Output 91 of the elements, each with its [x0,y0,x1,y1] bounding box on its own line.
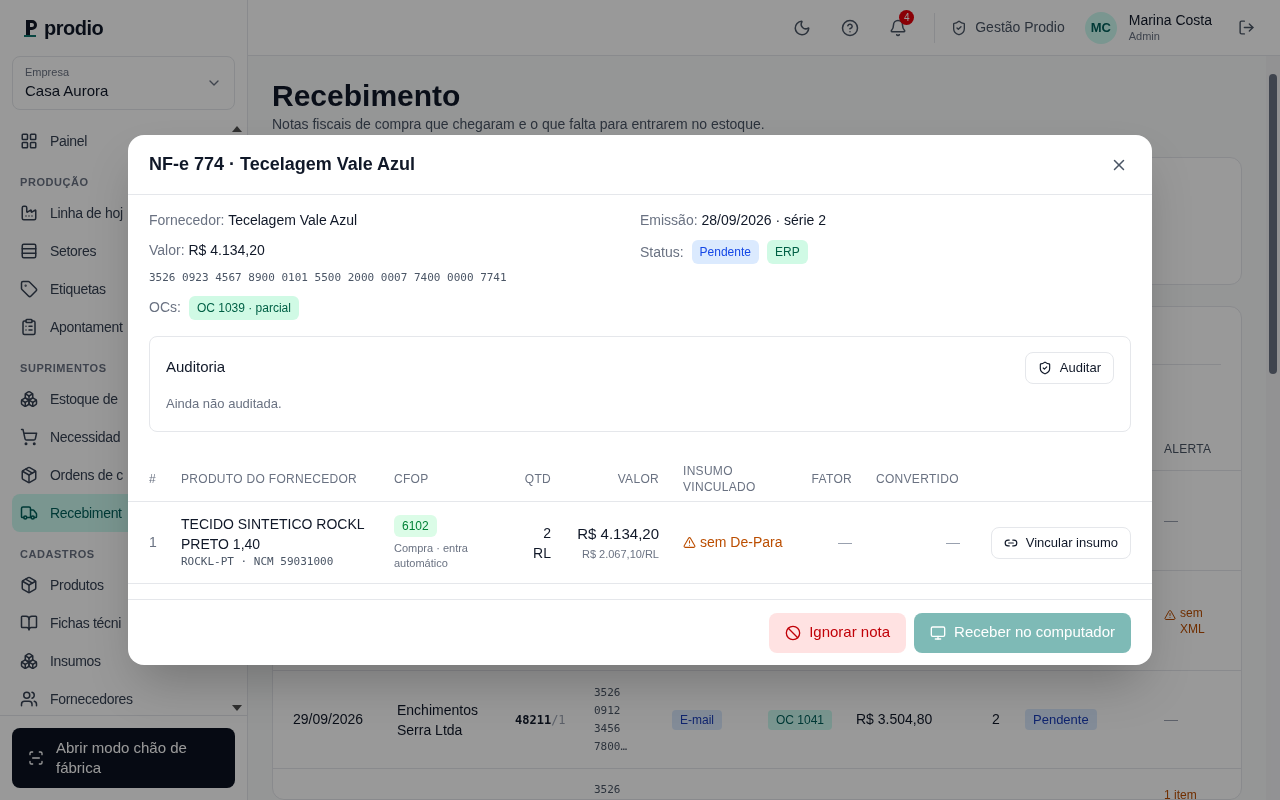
access-key: 3526 0923 4567 8900 0101 5500 2000 0007 7400 0000 7741 [149,270,640,287]
access-key: 3526 0912 3456 7800… [594,683,634,756]
column-header: CFOP [394,470,430,488]
status-badge: ERP [767,240,808,264]
link-status: sem De-Para [700,533,783,552]
help-icon [841,18,860,37]
floor-mode-button[interactable]: Abrir modo chão de fábrica [12,728,235,788]
package-icon [20,576,38,594]
dialog-title: NF-e 774 · Tecelagem Vale Azul [149,153,416,176]
nav-item[interactable]: Necessidad [12,418,235,456]
row-index: 1 [149,533,158,552]
alert-text: — [1164,512,1178,528]
book-icon [20,614,38,632]
truck-icon [20,504,38,522]
invoice-number: 48211/1 [515,713,566,727]
page-subtitle: Notas fiscais de compra que chegaram e o que falta para entrarem no estoque. [272,115,766,134]
boxes-icon [20,390,38,408]
logout-icon [1237,19,1255,36]
scroll-down-icon [232,705,242,711]
column-header: VALOR [617,470,659,488]
order-tag: OC 1039 · parcial [188,295,299,320]
value-cell-text: R$ 4.134,20 [577,524,659,544]
shield-icon [951,19,968,36]
workspace-label: Gestão Prodio [975,18,1065,37]
alert-text: — [1164,711,1178,727]
avatar: MC [1084,11,1117,44]
column-header: PRODUTO DO FORNECEDOR [181,470,359,488]
boxes-icon [20,652,38,670]
grid-icon [20,132,38,150]
factory-icon [20,204,38,222]
warning-icon [683,536,696,549]
ban-icon [785,624,802,641]
monitor-icon [930,624,947,641]
section-heading: SUPRIMENTOS [19,360,108,376]
page-title: Recebimento [272,78,462,114]
amount-field: Valor: R$ 4.134,20 [149,240,640,261]
factor-cell-text: — [838,533,852,552]
user-role: Admin [1128,28,1161,44]
supplier-cell-text: Enchimentos Serra Ltda [397,700,479,740]
company-select[interactable]: Empresa Casa Aurora [12,56,235,110]
supplier-field: Fornecedor: Tecelagem Vale Azul [149,210,640,231]
scroll-up-icon [232,126,242,132]
unit-value: R$ 2.067,10/RL [581,546,659,562]
section-heading: CADASTROS [19,546,96,562]
column-header: INSUMO VINCULADO [683,462,757,495]
status-badge: Pendente [691,240,759,264]
moon-icon [793,18,812,37]
alert-text: 1 item [1164,788,1197,799]
cfop-badge: 6102 [394,514,437,537]
logo-text: prodio [44,16,104,41]
quantity-cell-text: 2 RL [532,523,551,563]
status-label: Status: [640,242,684,262]
section-heading: PRODUÇÃO [19,174,90,190]
nav-item[interactable]: Fichas técni [12,604,235,642]
rows-icon [20,242,38,260]
clipboard-icon [20,318,38,336]
notifications-button[interactable]: 4 [878,7,919,48]
tag-icon [20,280,38,298]
nav-item[interactable]: Fornecedores [12,680,235,715]
ignore-button[interactable]: Ignorar nota [769,612,907,653]
order-badge: OC 1041 [768,710,833,730]
alert-text: sem XML [1180,604,1206,637]
shield-icon [1037,360,1052,375]
column-header: FATOR [811,470,852,488]
status-badge: Pendente [1025,709,1097,730]
column-header: # [149,470,157,488]
scan-icon [28,750,44,766]
audit-title: Auditoria [166,357,226,378]
access-key: 3526 [594,781,634,799]
cart-icon [20,428,38,446]
logo-icon [24,18,40,38]
cfop-note: Compra · entra automático [394,540,469,571]
channel-badge: E-mail [672,710,722,730]
converted-cell-text: — [946,533,960,552]
link-material-button[interactable]: Vincular insumo [990,526,1131,559]
audit-note: Ainda não auditada. [166,394,283,413]
user-name: Marina Costa [1128,11,1212,28]
date-cell: 29/09/2026 [293,711,364,727]
orders-label: OCs: [149,298,181,317]
warning-icon [1164,608,1176,621]
column-header: QTD [524,470,551,488]
issue-date-field: Emissão: 28/09/2026 · série 2 [640,210,1131,231]
value-cell: R$ 3.504,80 [856,711,933,727]
nav-item[interactable]: Insumos [12,642,235,680]
users-icon [20,690,38,708]
package-icon [20,466,38,484]
column-header: ALERTA [1164,442,1212,456]
column-header: CONVERTIDO [875,470,960,488]
notification-count: 4 [899,9,915,25]
audit-button[interactable]: Auditar [1024,351,1114,384]
items-cell: 2 [992,711,1000,727]
